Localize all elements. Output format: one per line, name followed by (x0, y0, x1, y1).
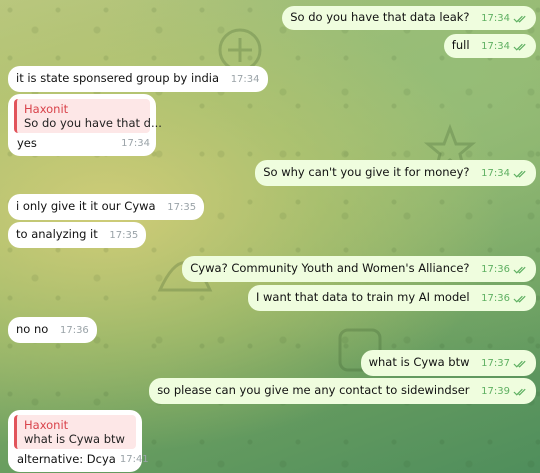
incoming-message[interactable]: no no 17:36 (8, 317, 97, 343)
reply-quote[interactable]: Haxonit what is Cywa btw (14, 415, 136, 449)
message-time: 17:41 (119, 454, 149, 465)
outgoing-message[interactable]: So why can't you give it for money? 17:3… (255, 160, 536, 186)
double-check-icon (513, 295, 526, 303)
message-time: 17:34 (481, 39, 528, 54)
outgoing-message[interactable]: So do you have that data leak? 17:34 (282, 6, 536, 30)
incoming-message[interactable]: Haxonit So do you have that d... yes 17:… (8, 94, 162, 156)
reply-sender-name: Haxonit (24, 418, 69, 432)
reply-sender-name: Haxonit (24, 102, 69, 116)
double-check-icon (513, 360, 526, 368)
incoming-message[interactable]: Haxonit what is Cywa btw alternative: Dc… (8, 410, 149, 472)
outgoing-message[interactable]: so please can you give me any contact to… (149, 378, 536, 404)
message-text: to analyzing it (16, 227, 98, 241)
message-text: i only give it it our Cywa (16, 199, 156, 213)
message-time: 17:36 (59, 325, 89, 336)
reply-quoted-text: what is Cywa btw (24, 432, 125, 446)
incoming-message[interactable]: it is state sponsered group by india 17:… (8, 66, 268, 92)
outgoing-message[interactable]: what is Cywa btw 17:37 (360, 350, 536, 376)
message-time: 17:34 (481, 166, 528, 181)
message-text: yes (17, 136, 37, 150)
message-time: 17:39 (481, 384, 528, 399)
incoming-message[interactable]: to analyzing it 17:35 (8, 222, 147, 248)
message-text: So do you have that data leak? (290, 10, 470, 24)
double-check-icon (513, 170, 526, 178)
incoming-message[interactable]: i only give it it our Cywa 17:35 (8, 194, 205, 220)
message-text: So why can't you give it for money? (263, 165, 470, 179)
message-time: 17:36 (481, 262, 528, 277)
message-time: 17:36 (481, 291, 528, 306)
double-check-icon (513, 266, 526, 274)
message-text: it is state sponsered group by india (16, 71, 220, 85)
message-time: 17:34 (481, 11, 528, 26)
double-check-icon (513, 388, 526, 396)
message-text: alternative: Dcya (17, 452, 116, 466)
outgoing-message[interactable]: Cywa? Community Youth and Women's Allian… (182, 256, 536, 282)
message-text: Cywa? Community Youth and Women's Allian… (190, 261, 470, 275)
message-text: what is Cywa btw (368, 355, 470, 369)
message-text: I want that data to train my AI model (255, 290, 470, 304)
outgoing-message[interactable]: full 17:34 (443, 34, 536, 58)
double-check-icon (513, 43, 526, 51)
message-text: no no (16, 322, 49, 336)
message-time: 17:35 (109, 230, 139, 241)
message-time: 17:34 (121, 138, 150, 149)
message-time: 17:37 (481, 356, 528, 371)
reply-quote[interactable]: Haxonit So do you have that d... (14, 99, 162, 133)
message-text: full (451, 38, 470, 52)
message-time: 17:35 (167, 202, 197, 213)
reply-quoted-text: So do you have that d... (24, 116, 162, 130)
message-text: so please can you give me any contact to… (157, 383, 470, 397)
message-time: 17:34 (230, 74, 260, 85)
outgoing-message[interactable]: I want that data to train my AI model 17… (247, 285, 536, 311)
double-check-icon (513, 15, 526, 23)
